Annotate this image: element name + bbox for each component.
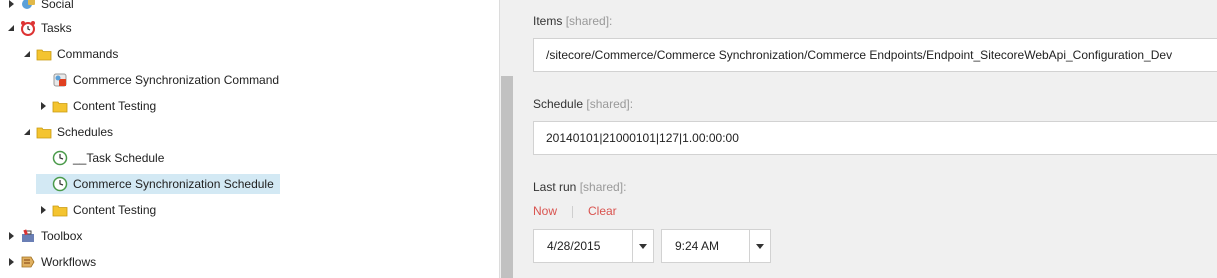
date-dropdown-button[interactable] (632, 230, 653, 262)
schedule-field-input[interactable]: 20140101|21000101|127|1.00:00:00 (533, 121, 1217, 155)
tree-node-label: Toolbox (41, 229, 83, 243)
schedule-icon (52, 176, 68, 192)
tree-node-label: Schedules (57, 125, 114, 139)
social-icon (20, 0, 36, 12)
expand-arrow-icon[interactable] (36, 96, 50, 116)
time-dropdown-button[interactable] (749, 230, 770, 262)
tree-node-content-testing[interactable]: Content Testing (36, 200, 162, 220)
date-value[interactable]: 4/28/2015 (534, 239, 632, 253)
tree-node-commerce-sync-command[interactable]: Commerce Synchronization Command (36, 70, 285, 90)
time-value[interactable]: 9:24 AM (662, 239, 749, 253)
toolbox-icon (20, 228, 36, 244)
folder-icon (52, 202, 68, 218)
now-link[interactable]: Now (533, 204, 557, 218)
tree-node-label: Content Testing (73, 99, 157, 113)
shared-tag: [shared]: (579, 180, 627, 194)
field-name: Items (533, 14, 563, 28)
shared-tag: [shared]: (565, 14, 613, 28)
tree-node-task-schedule[interactable]: __Task Schedule (36, 148, 170, 168)
tree-node-social[interactable]: Social (4, 0, 80, 14)
clear-link[interactable]: Clear (588, 204, 617, 218)
content-editor: Items [shared]: /sitecore/Commerce/Comme… (514, 0, 1217, 278)
field-name: Last run (533, 180, 577, 194)
last-run-field-label: Last run [shared]: (533, 180, 626, 194)
tree-node-commerce-sync-schedule[interactable]: Commerce Synchronization Schedule (36, 174, 280, 194)
items-field-label: Items [shared]: (533, 14, 612, 28)
link-separator (572, 206, 573, 218)
schedule-field-label: Schedule [shared]: (533, 97, 633, 111)
tree-node-label: __Task Schedule (73, 151, 165, 165)
tree-node-label: Commerce Synchronization Command (73, 73, 280, 87)
expand-arrow-icon[interactable] (4, 226, 18, 246)
tree-node-label: Commerce Synchronization Schedule (73, 177, 274, 191)
items-field-input[interactable]: /sitecore/Commerce/Commerce Synchronizat… (533, 38, 1217, 72)
tree-scrollbar[interactable] (499, 0, 514, 278)
tree-node-label: Commands (57, 47, 119, 61)
tree-node-schedules[interactable]: Schedules (20, 122, 119, 142)
expand-arrow-icon[interactable] (4, 252, 18, 272)
folder-icon (36, 124, 52, 140)
collapse-arrow-icon[interactable] (4, 18, 18, 38)
items-field-value: /sitecore/Commerce/Commerce Synchronizat… (546, 48, 1173, 62)
expand-arrow-icon[interactable] (36, 200, 50, 220)
tree-node-label: Tasks (41, 21, 72, 35)
collapse-arrow-icon[interactable] (20, 44, 34, 64)
folder-icon (52, 98, 68, 114)
tasks-alarm-clock-icon (20, 20, 36, 36)
field-name: Schedule (533, 97, 584, 111)
date-picker[interactable]: 4/28/2015 (533, 229, 654, 263)
tree-node-label: Workflows (41, 255, 97, 269)
folder-icon (36, 46, 52, 62)
content-tree: Social Tasks Commands Commerce Synchroni… (0, 0, 500, 278)
expand-arrow-icon[interactable] (4, 0, 18, 14)
workflows-icon (20, 254, 36, 270)
tree-node-content-testing[interactable]: Content Testing (36, 96, 162, 116)
tree-node-label: Social (41, 0, 74, 11)
chevron-down-icon (639, 243, 647, 249)
tree-node-commands[interactable]: Commands (20, 44, 124, 64)
tree-node-tasks[interactable]: Tasks (4, 18, 78, 38)
tree-node-toolbox[interactable]: Toolbox (4, 226, 88, 246)
chevron-down-icon (756, 243, 764, 249)
schedule-icon (52, 150, 68, 166)
command-icon (52, 72, 68, 88)
tree-node-label: Content Testing (73, 203, 157, 217)
schedule-field-value: 20140101|21000101|127|1.00:00:00 (546, 131, 739, 145)
scrollbar-thumb[interactable] (501, 76, 513, 278)
time-picker[interactable]: 9:24 AM (661, 229, 771, 263)
collapse-arrow-icon[interactable] (20, 122, 34, 142)
shared-tag: [shared]: (586, 97, 634, 111)
tree-node-workflows[interactable]: Workflows (4, 252, 102, 272)
